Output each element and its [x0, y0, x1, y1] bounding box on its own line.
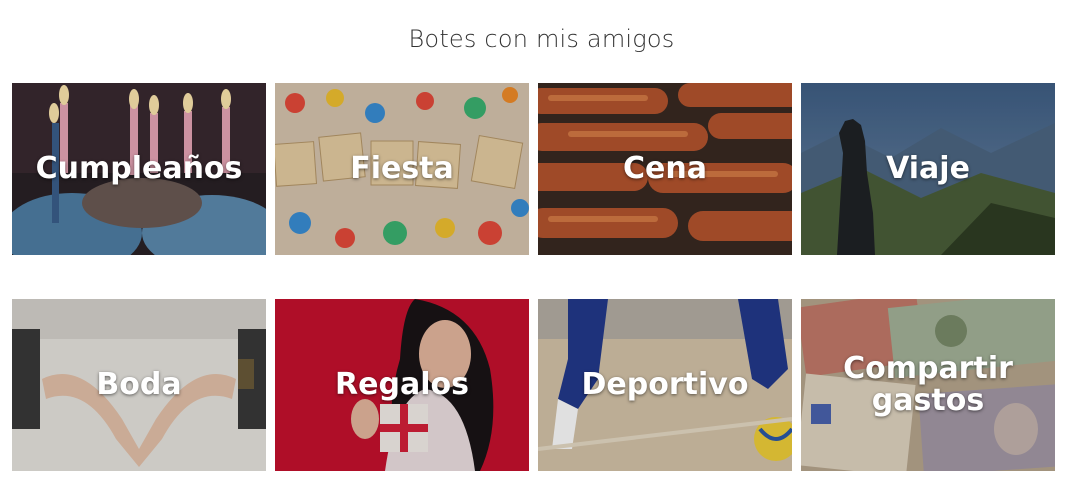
page-title: Botes con mis amigos: [408, 25, 675, 54]
tile-label: Viaje: [886, 151, 970, 186]
category-tile-cena[interactable]: Cena: [538, 83, 792, 255]
category-tile-boda[interactable]: Boda: [12, 299, 266, 471]
tile-label: Cena: [623, 151, 707, 186]
category-tile-compartir-gastos[interactable]: Compartir gastos: [801, 299, 1055, 471]
category-tile-viaje[interactable]: Viaje: [801, 83, 1055, 255]
tile-label: Compartir gastos: [843, 351, 1013, 418]
tile-label: Regalos: [335, 367, 469, 402]
category-tile-regalos[interactable]: Regalos: [275, 299, 529, 471]
category-tile-deportivo[interactable]: Deportivo: [538, 299, 792, 471]
tile-label: Deportivo: [581, 367, 749, 402]
tile-label: Cumpleaños: [35, 151, 243, 186]
category-tile-cumpleanos[interactable]: Cumpleaños: [12, 83, 266, 255]
tile-label: Fiesta: [350, 151, 454, 186]
category-tile-fiesta[interactable]: Fiesta: [275, 83, 529, 255]
tile-label: Boda: [96, 367, 182, 402]
